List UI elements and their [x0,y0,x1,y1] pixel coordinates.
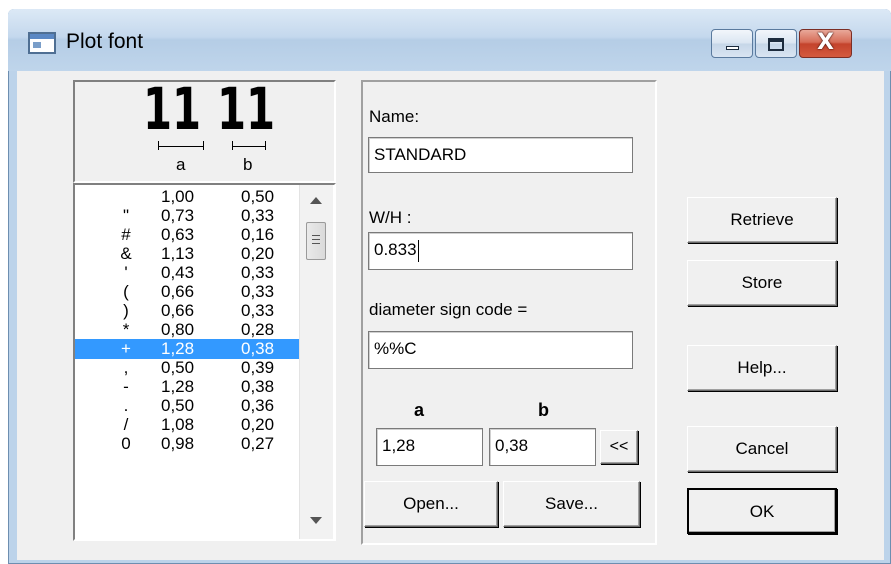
diameter-sign-label: diameter sign code = [369,300,528,319]
list-item-a: 0,50 [161,358,195,377]
column-b-label: b [538,400,549,420]
list-item-b: 0,33 [241,263,275,282]
name-field[interactable]: STANDARD [368,137,633,173]
b-value-field[interactable]: 0,38 [489,428,596,466]
list-item-b: 0,27 [241,434,275,453]
list-item-char: , [123,358,129,377]
list-item[interactable]: #0,63 0,16 [75,225,301,245]
preview-glyph-a: 11 [143,75,202,143]
list-item-a: 0,63 [161,225,195,244]
list-item-a: 1,08 [161,415,195,434]
list-item-a: 0,73 [161,206,195,225]
list-item-a: 0,98 [161,434,195,453]
list-item-a: 0,43 [161,263,195,282]
list-item-a: 0,66 [161,301,195,320]
dimension-line-a [158,146,204,147]
list-item[interactable]: ) 0,66 0,33 [75,301,301,321]
ok-button[interactable]: OK [687,488,837,534]
list-item-char: / [123,415,129,434]
app-window-icon [28,32,56,54]
list-item-b: 0,33 [241,282,275,301]
list-item-b: 0,38 [241,377,275,396]
list-item-char: . [123,396,129,415]
scroll-up-icon[interactable] [310,197,322,204]
list-item-b: 0,33 [241,206,275,225]
list-item[interactable]: " 0,73 0,33 [75,206,301,226]
list-item[interactable]: * 0,80 0,28 [75,320,301,340]
close-icon: X [817,30,834,55]
list-item-a: 0,50 [161,396,195,415]
wh-label: W/H : [369,208,412,227]
text-caret [417,239,419,262]
list-item[interactable]: 1,00 0,50 [75,187,301,207]
list-item-a: 1,13 [161,244,195,263]
dimension-line-b [232,146,266,147]
list-item-b: 0,16 [241,225,275,244]
list-item-b: 0,20 [241,244,275,263]
save-button[interactable]: Save... [503,481,640,527]
minimize-button[interactable] [711,29,753,58]
list-item[interactable]: , 0,50 0,39 [75,358,301,378]
list-item-char: ) [123,301,129,320]
character-width-list[interactable]: 1,00 0,50 " 0,73 0,33 #0,63 0,16 & 1,13 0,20 ' 0,43… [73,183,336,541]
list-item-a: 0,80 [161,320,195,339]
list-item-char: + [121,339,131,358]
name-label: Name: [369,107,420,126]
list-item-b: 0,28 [241,320,275,339]
list-item-selected[interactable]: +1,28 0,38 [75,339,301,359]
list-item-char: & [120,244,132,263]
list-item-b: 0,50 [241,187,275,206]
list-item-char: * [122,320,130,339]
grip-line [312,239,320,240]
store-button[interactable]: Store [687,260,837,306]
scroll-thumb[interactable] [306,222,326,260]
list-item-a: 1,28 [161,339,195,358]
font-preview [73,80,336,183]
maximize-icon [768,38,784,51]
list-item[interactable]: 0 0,98 0,27 [75,434,301,454]
wh-field[interactable]: 0.833 [368,232,633,270]
list-item-b: 0,39 [241,358,275,377]
open-button[interactable]: Open... [364,481,498,527]
list-item[interactable]: / 1,08 0,20 [75,415,301,435]
dimension-tick [232,141,233,150]
list-item-char: # [121,225,131,244]
list-item-char: " [122,206,130,225]
cancel-button[interactable]: Cancel [687,426,837,472]
list-item-b: 0,36 [241,396,275,415]
list-item-b: 0,38 [241,339,275,358]
list-item-char: ( [123,282,129,301]
column-a-label: a [414,400,425,420]
grip-line [312,235,320,236]
list-item[interactable]: - 1,28 0,38 [75,377,301,397]
copy-to-list-button[interactable]: << [600,430,638,464]
list-item-b: 0,33 [241,301,275,320]
window-title: Plot font [66,30,144,53]
dimension-tick [158,141,159,150]
list-item-char: ' [124,263,128,282]
help-button[interactable]: Help... [687,345,837,391]
dimension-tick [265,141,266,150]
list-item-char: - [123,377,129,396]
list-item[interactable]: & 1,13 0,20 [75,244,301,264]
dimension-label-a: a [176,155,186,174]
list-item-b: 0,20 [241,415,275,434]
dimension-tick [203,141,204,150]
list-item-a: 1,28 [161,377,195,396]
list-item-a: 1,00 [161,187,195,206]
list-item[interactable]: (0,66 0,33 [75,282,301,302]
diameter-sign-field[interactable]: %%C [368,331,633,369]
retrieve-button[interactable]: Retrieve [687,197,837,243]
list-item-char: 0 [121,434,131,453]
grip-line [312,243,320,244]
list-item-a: 0,66 [161,282,195,301]
dimension-label-b: b [243,155,253,174]
minimize-icon [726,46,739,50]
a-value-field[interactable]: 1,28 [376,428,483,466]
scroll-down-icon[interactable] [310,517,322,524]
preview-glyph-b: 11 [217,75,276,143]
wh-value: 0.833 [374,240,417,259]
list-item[interactable]: ' 0,43 0,33 [75,263,301,283]
list-item[interactable]: . 0,50 0,36 [75,396,301,416]
